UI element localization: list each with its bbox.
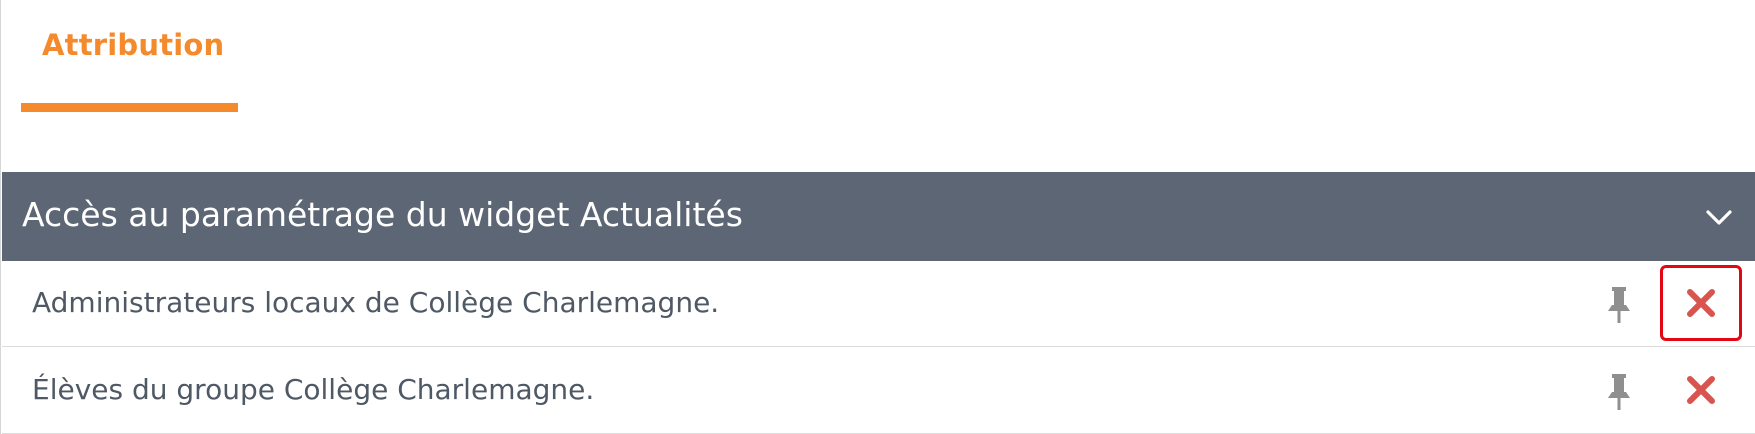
delete-button[interactable] <box>1660 352 1742 428</box>
tab-active-indicator <box>21 103 238 112</box>
pin-icon[interactable] <box>1602 372 1636 412</box>
tab-attribution[interactable]: Attribution <box>21 0 238 112</box>
section-title: Accès au paramétrage du widget Actualité… <box>22 195 743 234</box>
list-item: Administrateurs locaux de Collège Charle… <box>2 261 1755 347</box>
chevron-down-icon[interactable] <box>1702 200 1736 234</box>
close-icon <box>1687 289 1715 317</box>
list-item-label: Administrateurs locaux de Collège Charle… <box>32 286 720 319</box>
page-frame: Attribution Accès au paramétrage du widg… <box>0 0 1755 434</box>
pin-icon[interactable] <box>1602 285 1636 325</box>
tab-attribution-label: Attribution <box>42 28 225 62</box>
delete-button[interactable] <box>1660 265 1742 341</box>
close-icon <box>1687 376 1715 404</box>
list-item: Élèves du groupe Collège Charlemagne. <box>2 348 1755 434</box>
list-item-label: Élèves du groupe Collège Charlemagne. <box>32 373 595 406</box>
section-header-widget-actualites[interactable]: Accès au paramétrage du widget Actualité… <box>2 172 1755 261</box>
